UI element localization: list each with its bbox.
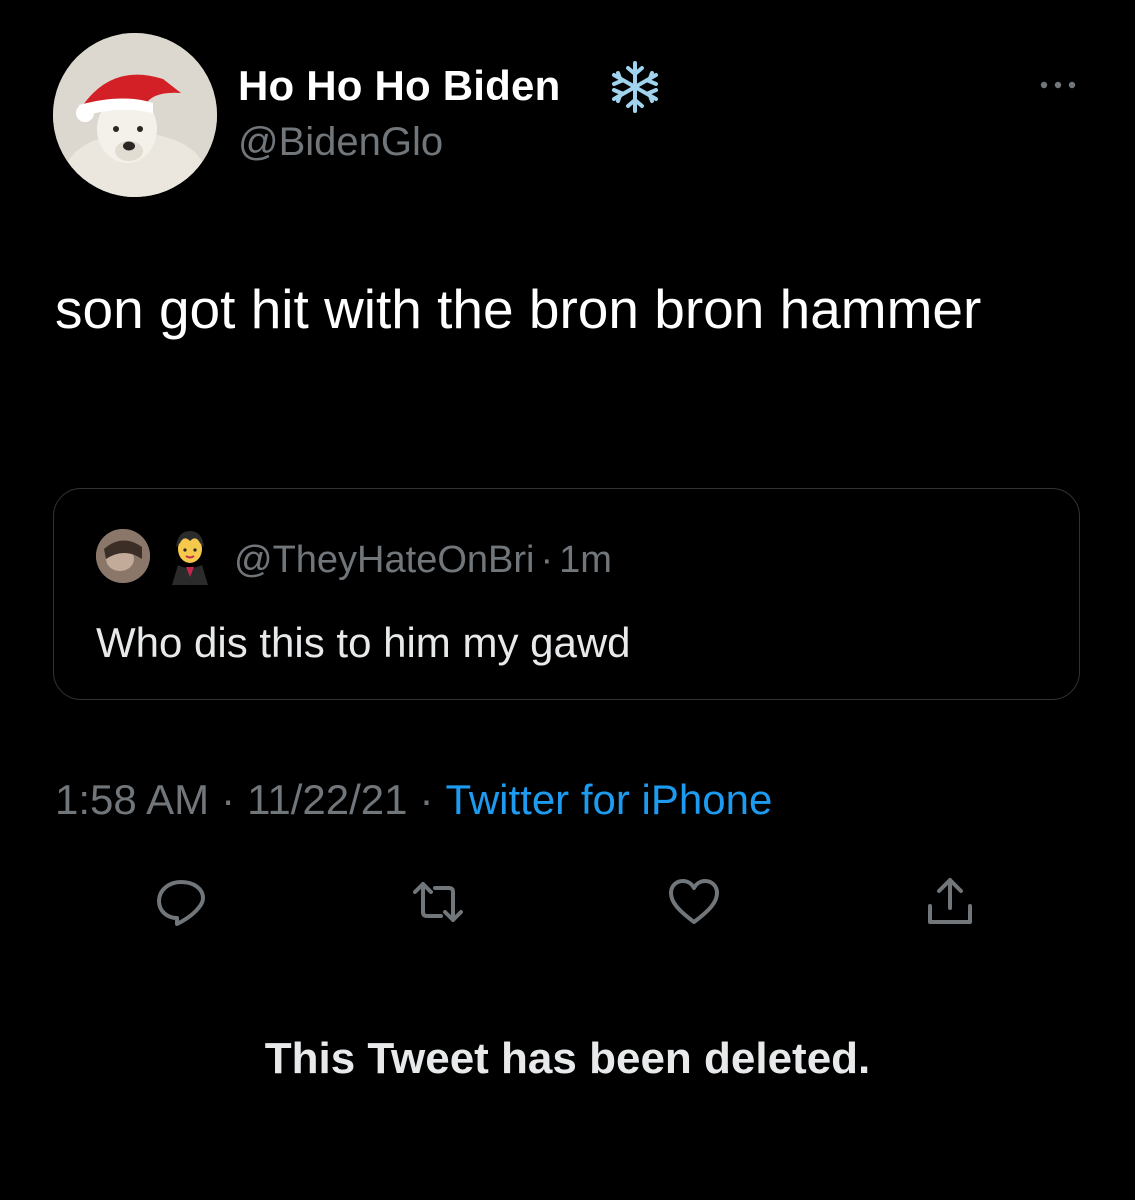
- tweet-text: son got hit with the bron bron hammer: [55, 278, 982, 340]
- quoted-author-avatar[interactable]: [96, 529, 150, 583]
- deleted-tweet-notice: This Tweet has been deleted.: [264, 1034, 871, 1083]
- quoted-handle-text: @TheyHateOnBri: [234, 539, 535, 581]
- share-icon: [928, 878, 972, 924]
- separator-dot: ·: [540, 539, 554, 581]
- quoted-author-handle[interactable]: @TheyHateOnBri · 1m: [234, 539, 612, 582]
- like-button[interactable]: [666, 874, 722, 930]
- author-handle[interactable]: @BidenGlo: [238, 120, 443, 165]
- retweet-button[interactable]: [410, 874, 466, 930]
- author-avatar[interactable]: [53, 33, 217, 197]
- vampire-woman-icon: [172, 531, 208, 585]
- tweet-source-link[interactable]: Twitter for iPhone: [445, 776, 772, 823]
- like-icon: [669, 879, 719, 924]
- retweet-icon: [413, 882, 463, 922]
- quoted-tweet-text: Who dis this to him my gawd: [96, 619, 631, 666]
- separator-dot: ·: [419, 776, 434, 823]
- share-button[interactable]: [922, 874, 978, 930]
- quoted-time: 1m: [559, 539, 612, 581]
- polar-bear-icon: [53, 33, 217, 197]
- more-options-icon[interactable]: [1036, 72, 1080, 98]
- separator-dot: ·: [221, 776, 236, 823]
- tweet-date[interactable]: 11/22/21: [247, 776, 407, 823]
- quoted-tweet-card[interactable]: @TheyHateOnBri · 1m Who dis this to him my…: [53, 488, 1080, 700]
- tweet-metadata: 1:58 AM · 11/22/21 · Twitter for iPhone: [55, 776, 772, 824]
- tweet-time[interactable]: 1:58 AM: [55, 776, 209, 823]
- snowflake-icon: [612, 61, 658, 113]
- author-display-name[interactable]: Ho Ho Ho Biden: [238, 62, 560, 110]
- reply-button[interactable]: [153, 874, 209, 930]
- reply-icon: [157, 880, 205, 926]
- user-photo-icon: [96, 529, 150, 583]
